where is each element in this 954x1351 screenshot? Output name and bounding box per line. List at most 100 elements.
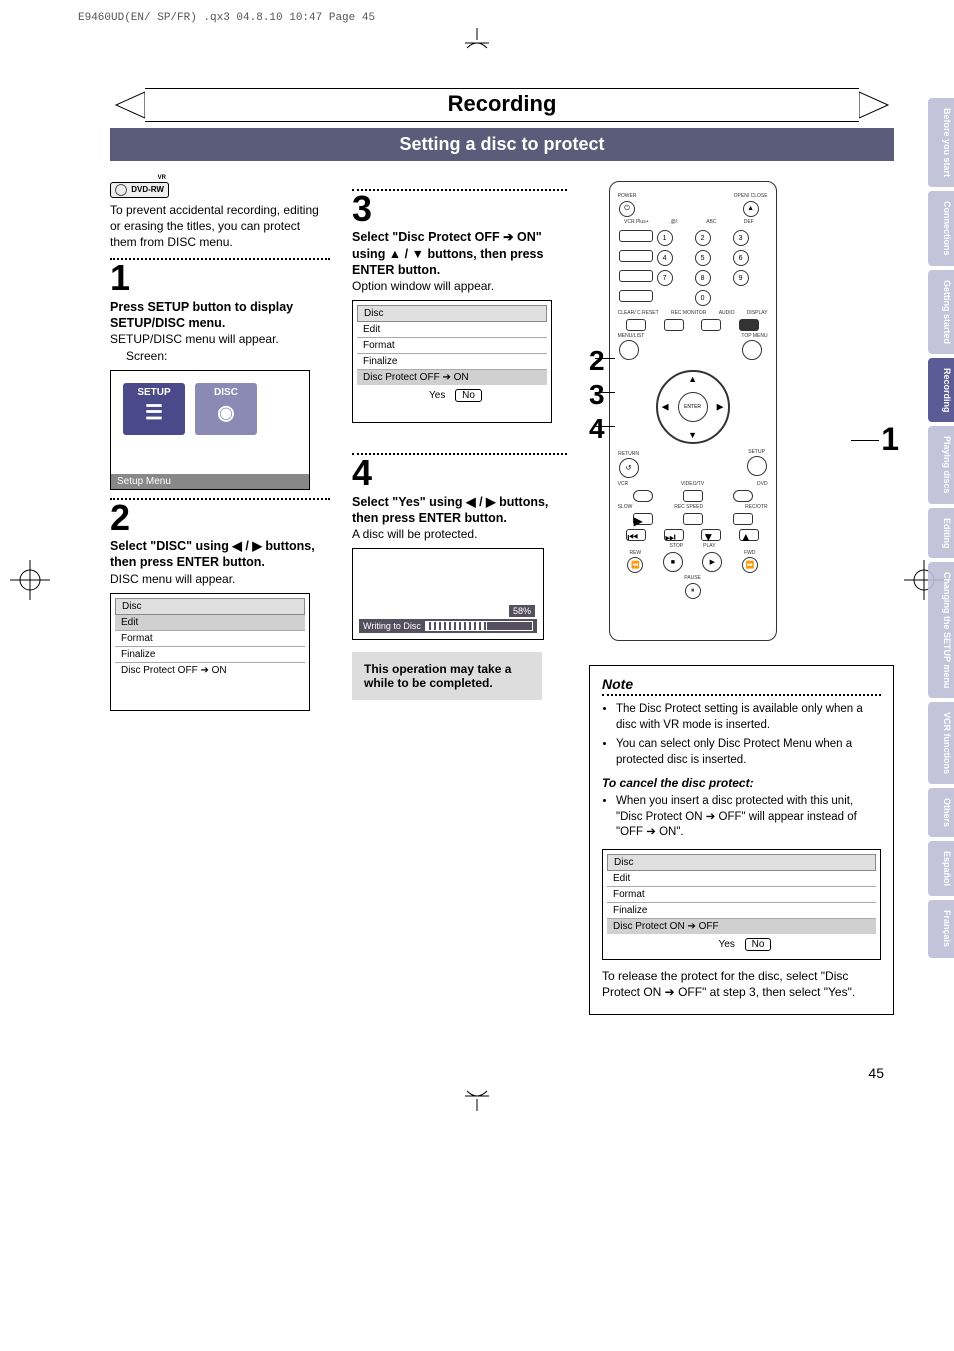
- vcr-button[interactable]: [633, 490, 653, 502]
- menu-row-protect: Disc Protect OFF ➔ ON: [115, 663, 305, 678]
- page-title-banner: Recording: [110, 88, 894, 122]
- tab-connections[interactable]: Connections: [928, 191, 954, 266]
- keypad-label: ABC: [693, 220, 731, 225]
- note-bullet-1: The Disc Protect setting is available on…: [616, 702, 881, 733]
- pause-button[interactable]: ⏸: [685, 583, 701, 599]
- note-sub-bullet: When you insert a disc protected with th…: [616, 794, 881, 841]
- tab-setup-menu[interactable]: Changing the SETUP menu: [928, 562, 954, 698]
- fwd-button[interactable]: ⏩: [742, 557, 758, 573]
- top-menu-button[interactable]: [742, 340, 762, 360]
- rec-monitor-button[interactable]: [664, 319, 684, 331]
- disc-menu-screen: Disc Edit Format Finalize Disc Protect O…: [110, 593, 310, 711]
- setup-menu-caption: Setup Menu: [111, 474, 309, 489]
- clear-label: CLEAR/ C.RESET: [618, 311, 659, 316]
- enter-button[interactable]: ENTER: [678, 392, 708, 422]
- intro-text: To prevent accidental recording, editing…: [110, 202, 330, 251]
- skip-next-button[interactable]: ⏭: [664, 529, 684, 541]
- tab-getting-started[interactable]: Getting started: [928, 270, 954, 354]
- tab-espanol[interactable]: Español: [928, 841, 954, 896]
- arrow-left-icon[interactable]: ◀: [662, 402, 669, 413]
- sliders-icon: ☰: [123, 400, 185, 425]
- file-header-line: E9460UD(EN/ SP/FR) .qx3 04.8.10 10:47 Pa…: [0, 0, 954, 28]
- arrow-up-icon[interactable]: ▲: [688, 374, 697, 384]
- ch-down-button[interactable]: ▼: [701, 529, 721, 541]
- remote-diagram: 2 3 4 POWER⏻ OPEN/ CLOSE▲ VCR Plus+ .@/:…: [589, 181, 894, 641]
- arrow-down-icon[interactable]: ▼: [688, 430, 697, 440]
- disc-tile: DISC ◉: [195, 383, 257, 435]
- key-2[interactable]: 2: [695, 230, 711, 246]
- stop-button[interactable]: ■: [663, 552, 683, 572]
- progress-label: Writing to Disc: [363, 621, 421, 631]
- key-9[interactable]: 9: [733, 270, 749, 286]
- dvd-button[interactable]: [733, 490, 753, 502]
- rec-otr-button[interactable]: [733, 513, 753, 525]
- open-close-button[interactable]: ▲: [743, 201, 759, 217]
- slow-button[interactable]: ▶: [633, 513, 653, 525]
- step-3-number: 3: [352, 193, 567, 225]
- callout-3: 3: [589, 375, 605, 409]
- separator: [352, 453, 567, 455]
- tab-francais[interactable]: Français: [928, 900, 954, 957]
- video-tv-button[interactable]: [683, 490, 703, 502]
- setup-button[interactable]: [747, 456, 767, 476]
- yes-no-row: Yes No: [607, 934, 876, 955]
- arrow-right-icon[interactable]: ▶: [717, 402, 724, 413]
- step-1-number: 1: [110, 262, 330, 294]
- progress-bar: [425, 621, 533, 631]
- callout-4: 4: [589, 409, 605, 443]
- key-3[interactable]: 3: [733, 230, 749, 246]
- open-close-label: OPEN/ CLOSE: [734, 194, 768, 199]
- key-7[interactable]: 7: [657, 270, 673, 286]
- key-4[interactable]: 4: [657, 250, 673, 266]
- menu-row-finalize: Finalize: [115, 647, 305, 663]
- vcr-label: VCR: [618, 482, 629, 487]
- note-heading: Note: [602, 676, 881, 696]
- audio-label: AUDIO: [719, 311, 735, 316]
- search-mode-button[interactable]: [619, 250, 653, 262]
- tab-editing[interactable]: Editing: [928, 508, 954, 559]
- menu-list-button[interactable]: [619, 340, 639, 360]
- key-0[interactable]: 0: [695, 290, 711, 306]
- skip-prev-button[interactable]: ⏮: [626, 529, 646, 541]
- rec-speed-button[interactable]: [683, 513, 703, 525]
- menu-row-format: Format: [607, 887, 876, 903]
- power-button[interactable]: ⏻: [619, 201, 635, 217]
- setup-tile: SETUP ☰: [123, 383, 185, 435]
- display-button[interactable]: [739, 319, 759, 331]
- key-5[interactable]: 5: [695, 250, 711, 266]
- rew-button[interactable]: ⏪: [627, 557, 643, 573]
- note-footer: To release the protect for the disc, sel…: [602, 968, 881, 1000]
- remote-callout-numbers: 2 3 4: [589, 181, 605, 443]
- key-1[interactable]: 1: [657, 230, 673, 246]
- tab-others[interactable]: Others: [928, 788, 954, 837]
- keypad-label: .@/:: [655, 220, 693, 225]
- menu-row-edit: Edit: [115, 615, 305, 631]
- setup-disc-screen: SETUP ☰ DISC ◉ Setup Menu: [110, 370, 310, 490]
- stop-label: STOP: [670, 544, 684, 549]
- return-button[interactable]: ↺: [619, 458, 639, 478]
- step-1-heading: Press SETUP button to display SETUP/DISC…: [110, 299, 330, 332]
- keypad-label: DEF: [730, 220, 768, 225]
- tab-before-you-start[interactable]: Before you start: [928, 98, 954, 187]
- vcr-plus-button[interactable]: [619, 230, 653, 242]
- navigation-ring[interactable]: ▲ ▼ ◀ ▶ ENTER: [656, 370, 730, 444]
- clear-button[interactable]: [626, 319, 646, 331]
- ch-up-button[interactable]: ▲: [739, 529, 759, 541]
- zoom-button[interactable]: [619, 290, 653, 302]
- key-8[interactable]: 8: [695, 270, 711, 286]
- audio-button[interactable]: [701, 319, 721, 331]
- key-6[interactable]: 6: [733, 250, 749, 266]
- menu-row-edit: Edit: [357, 322, 547, 338]
- tab-recording[interactable]: Recording: [928, 358, 954, 423]
- tab-vcr-functions[interactable]: VCR functions: [928, 702, 954, 784]
- cm-skip-button[interactable]: [619, 270, 653, 282]
- separator: [110, 498, 330, 500]
- tab-playing-discs[interactable]: Playing discs: [928, 426, 954, 504]
- setup-label: SETUP: [746, 450, 768, 455]
- display-label: DISPLAY: [747, 311, 768, 316]
- play-button[interactable]: ▶: [702, 552, 722, 572]
- dvd-label: DVD: [757, 482, 768, 487]
- menu-row-edit: Edit: [607, 871, 876, 887]
- disc-menu-title: Disc: [607, 854, 876, 871]
- progress-pct: 58%: [509, 605, 535, 617]
